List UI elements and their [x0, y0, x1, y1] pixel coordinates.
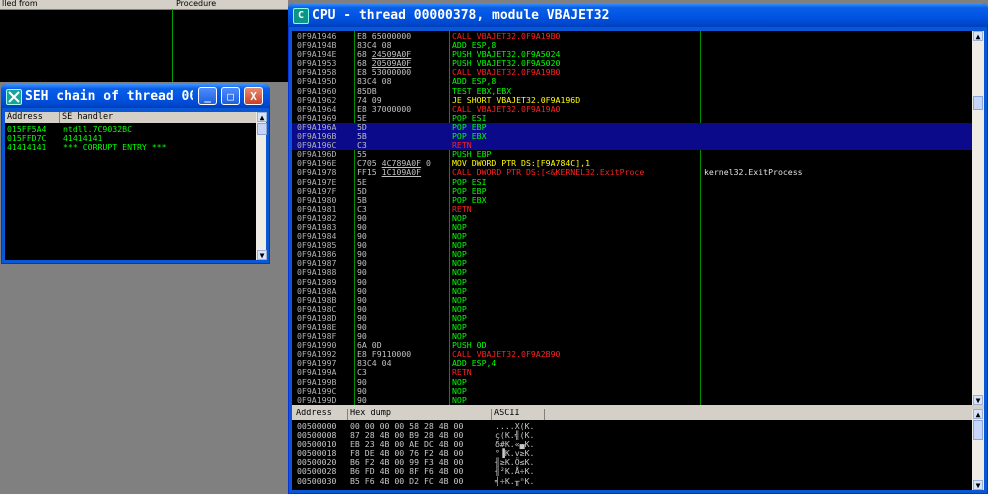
disassembly-row[interactable]: 0F9A199D 90 NOP	[292, 394, 972, 405]
call-stack-header: lled from Procedure	[0, 0, 288, 10]
disassembly-pane[interactable]: 0F9A1946 E8 65000000 CALL VBAJET32.0F9A19B…	[292, 31, 972, 405]
cpu-window[interactable]: C CPU - thread 00000378, module VBAJET32…	[288, 3, 988, 494]
se-handler-column-header[interactable]: SE handler	[62, 112, 113, 122]
column-divider[interactable]	[347, 409, 348, 420]
cpu-title-bar[interactable]: C CPU - thread 00000378, module VBAJET32	[288, 3, 988, 27]
disassembly-row[interactable]: 0F9A1989 90 NOP	[292, 277, 972, 287]
disassembly-row[interactable]: 0F9A1986 90 NOP	[292, 250, 972, 259]
seh-close-button[interactable]: X	[244, 87, 263, 105]
address-column-header[interactable]: Address	[7, 112, 43, 122]
disassembly-row[interactable]: 0F9A1985 90 NOP	[292, 241, 972, 250]
disassembly-row[interactable]: 0F9A1992 E8 F9110000 CALL VBAJET32.0F9A2B9…	[292, 350, 972, 359]
disassembly-row[interactable]: 0F9A198D 90 NOP	[292, 313, 972, 323]
disassembly-row[interactable]: 0F9A1984 90 NOP	[292, 231, 972, 241]
cpu-icon-letter: C	[297, 10, 305, 21]
disassembly-row[interactable]: 0F9A196B 5B POP EBX	[292, 131, 972, 142]
column-divider	[172, 9, 173, 82]
scroll-thumb[interactable]	[973, 420, 983, 440]
disassembly-row[interactable]: 0F9A198E 90 NOP	[292, 322, 972, 332]
disassembly-row[interactable]: 0F9A1960 85DB TEST EBX,EBX	[292, 86, 972, 96]
disassembly-row[interactable]: 0F9A198C 90 NOP	[292, 304, 972, 314]
scroll-up-icon[interactable]: ▲	[973, 31, 983, 41]
column-divider[interactable]	[544, 409, 545, 420]
disassembly-row[interactable]: 0F9A1964 E8 37000000 CALL VBAJET32.0F9A19A…	[292, 104, 972, 114]
disassembly-row[interactable]: 0F9A198B 90 NOP	[292, 295, 972, 305]
disassembly-row[interactable]: 0F9A1983 90 NOP	[292, 222, 972, 232]
seh-minimize-button[interactable]: _	[198, 87, 217, 105]
disassembly-row[interactable]: 0F9A199B 90 NOP	[292, 377, 972, 387]
instruction-comment: kernel32.ExitProcess	[704, 167, 803, 178]
disassembly-row[interactable]: 0F9A199C 90 NOP	[292, 386, 972, 396]
seh-window-title: SEH chain of thread 000...	[25, 89, 193, 104]
seh-chain-list[interactable]: Address SE handler 015FF5A4 ntdll.7C9032B…	[5, 112, 267, 260]
seh-chain-window[interactable]: SEH chain of thread 000... _ □ X Address…	[1, 84, 270, 264]
dump-ascii: ╡÷K.╥ⁿK.	[495, 475, 535, 486]
seh-rows: 015FF5A4 ntdll.7C9032BC 015FFD7C 41414141 41…	[7, 124, 167, 152]
disassembly-row[interactable]: 0F9A1997 83C4 04 ADD ESP,4	[292, 359, 972, 368]
disassembly-row[interactable]: 0F9A196A 5D POP EBP	[292, 122, 972, 133]
seh-vertical-scrollbar[interactable]: ▲ ▼	[256, 112, 267, 260]
disassembly-row[interactable]: 0F9A196C C3 RETN	[292, 141, 972, 151]
disassembly-row[interactable]: 0F9A1969 5E POP ESI	[292, 113, 972, 123]
disassembly-row[interactable]: 0F9A1988 90 NOP	[292, 268, 972, 277]
scroll-thumb[interactable]	[973, 96, 983, 110]
seh-handler: *** CORRUPT ENTRY ***	[63, 142, 167, 153]
cpu-window-icon: C	[293, 8, 309, 24]
disassembly-row[interactable]: 0F9A1981 C3 RETN	[292, 204, 972, 214]
disassembly-rows: 0F9A1946 E8 65000000 CALL VBAJET32.0F9A19B…	[292, 31, 972, 405]
scroll-up-icon[interactable]: ▲	[257, 112, 267, 122]
dump-vertical-scrollbar[interactable]: ▲ ▼	[972, 409, 984, 490]
call-stack-window: lled from Procedure	[0, 0, 288, 82]
disassembly-row[interactable]: 0F9A1987 90 NOP	[292, 259, 972, 268]
seh-window-icon	[6, 89, 22, 105]
disassembly-vertical-scrollbar[interactable]: ▲ ▼	[972, 31, 984, 405]
hex-dump-column-header[interactable]: Hex dump	[350, 409, 391, 418]
scroll-down-icon[interactable]: ▼	[973, 395, 983, 405]
disassembly-row[interactable]: 0F9A1982 90 NOP	[292, 213, 972, 223]
ascii-column-header[interactable]: ASCII	[494, 409, 520, 418]
scroll-down-icon[interactable]: ▼	[257, 250, 267, 260]
disassembly-row[interactable]: 0F9A197E 5E POP ESI	[292, 177, 972, 187]
hex-operand: 1C109A0F	[381, 167, 422, 178]
dump-address: 00500030	[297, 475, 337, 486]
disassembly-row[interactable]: 0F9A1958 E8 53000000 CALL VBAJET32.0F9A19B…	[292, 68, 972, 77]
dump-column-header: Address Hex dump ASCII	[292, 409, 972, 420]
scroll-up-icon[interactable]: ▲	[973, 409, 983, 419]
disassembly-row[interactable]: 0F9A197F 5D POP EBP	[292, 186, 972, 196]
scroll-down-icon[interactable]: ▼	[973, 480, 983, 490]
scroll-thumb[interactable]	[257, 123, 267, 135]
called-from-column-header[interactable]: lled from	[2, 0, 38, 8]
disassembly-row[interactable]: 0F9A198A 90 NOP	[292, 286, 972, 296]
seh-column-header: Address SE handler	[5, 112, 256, 123]
procedure-column-header[interactable]: Procedure	[176, 0, 216, 8]
instruction-address: 0F9A199D	[297, 394, 337, 405]
disassembly-row[interactable]: 0F9A195D 83C4 08 ADD ESP,8	[292, 77, 972, 86]
cpu-window-title: CPU - thread 00000378, module VBAJET32	[312, 8, 610, 23]
seh-title-bar[interactable]: SEH chain of thread 000... _ □ X	[1, 84, 270, 108]
address-column-header[interactable]: Address	[296, 409, 332, 418]
instruction-hex: 90	[357, 394, 367, 405]
column-divider[interactable]	[491, 409, 492, 420]
disassembly-row[interactable]: 0F9A198F 90 NOP	[292, 331, 972, 341]
disassembly-row[interactable]: 0F9A1946 E8 65000000 CALL VBAJET32.0F9A19B…	[292, 31, 972, 41]
disassembly-row[interactable]: 0F9A1980 5B POP EBX	[292, 195, 972, 205]
instruction-mnemonic: NOP	[452, 394, 467, 405]
seh-maximize-button[interactable]: □	[221, 87, 240, 105]
dump-hex-bytes: B5 F6 4B 00 D2 FC 4B 00	[350, 475, 464, 486]
hex-dump-pane[interactable]: Address Hex dump ASCII 00500000 00 00 00 …	[292, 409, 972, 490]
seh-row[interactable]: 41414141 *** CORRUPT ENTRY ***	[7, 143, 167, 152]
disassembly-row[interactable]: 0F9A1978 FF15 1C109A0F CALL DWORD PTR DS:[…	[292, 168, 972, 177]
seh-address: 41414141	[7, 142, 47, 153]
disassembly-row[interactable]: 0F9A199A C3 RETN	[292, 368, 972, 377]
column-divider[interactable]	[59, 112, 60, 123]
